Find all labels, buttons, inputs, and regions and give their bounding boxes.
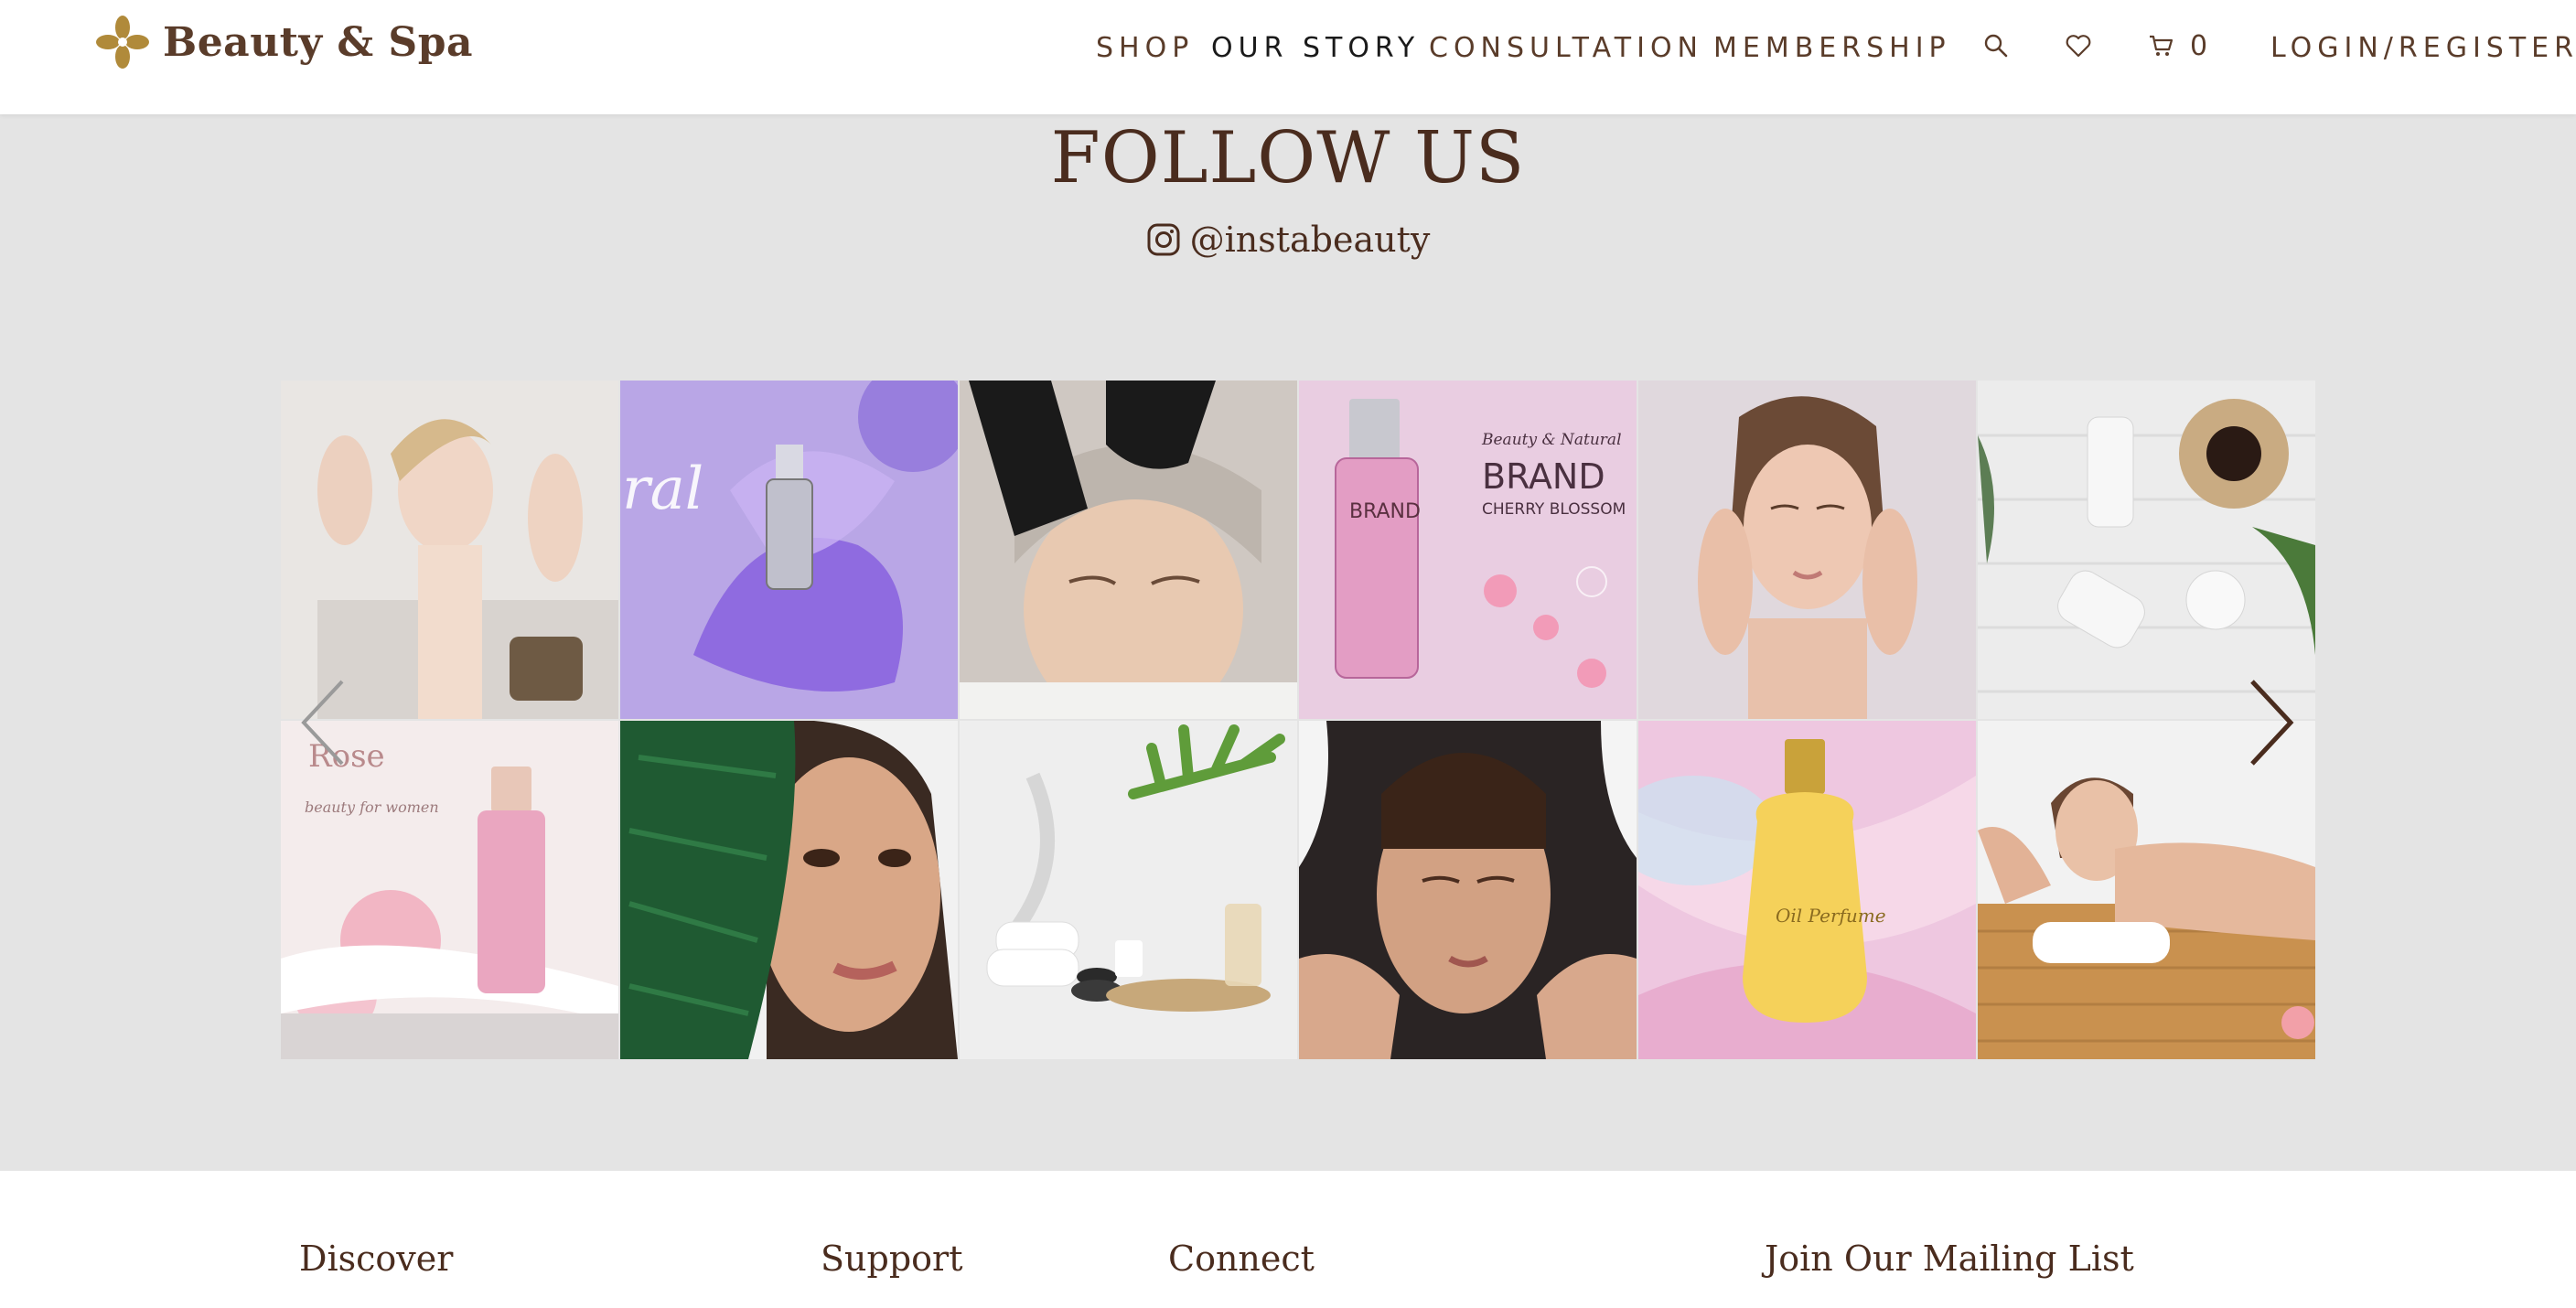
brand-name: Beauty & Spa xyxy=(163,18,473,66)
cart-button[interactable]: 0 xyxy=(2148,27,2207,64)
gallery-image-white-products[interactable] xyxy=(1978,381,2315,719)
gallery-image-leaf-woman[interactable] xyxy=(620,721,958,1059)
carousel-next-arrow-icon[interactable] xyxy=(2243,677,2298,768)
gallery-image-eyebrow-treatment[interactable] xyxy=(960,381,1297,719)
nav-item-shop-label[interactable]: SHOP xyxy=(1096,32,1194,64)
cart-icon xyxy=(2150,35,2174,56)
leaf-woman-image xyxy=(620,721,958,1059)
nav-item-consultation[interactable]: CONSULTATION xyxy=(1429,27,1703,68)
rose-script: beauty for women xyxy=(305,799,439,816)
nav-item-our-story[interactable]: OUR STORY xyxy=(1211,27,1420,68)
brand-logo[interactable]: Beauty & Spa xyxy=(95,13,473,71)
gallery-image-woman-face[interactable] xyxy=(1638,381,1976,719)
gallery-image-woman-mirror[interactable] xyxy=(281,381,618,719)
gallery-image-face-massage[interactable] xyxy=(1299,721,1637,1059)
search-button[interactable] xyxy=(1983,27,2009,64)
eyebrow-treatment-image xyxy=(960,381,1297,719)
login-register-link[interactable]: LOGIN/REGISTER xyxy=(2270,27,2576,68)
back-massage-image xyxy=(1978,721,2315,1059)
nav-item-membership-label[interactable]: MEMBERSHIP xyxy=(1713,32,1951,64)
footer-heading-connect: Connect xyxy=(1168,1238,1315,1279)
nav-item-our-story-label[interactable]: OUR STORY xyxy=(1211,32,1420,64)
gallery-image-rose-serum[interactable]: Rose beauty for women xyxy=(281,721,618,1059)
oil-perfume-image: Oil Perfume xyxy=(1638,721,1976,1059)
woman-face-image xyxy=(1638,381,1976,719)
white-products-image xyxy=(1978,381,2315,719)
rose-serum-image: Rose beauty for women xyxy=(281,721,618,1059)
carousel-prev-arrow-icon[interactable] xyxy=(296,677,351,768)
cart-count: 0 xyxy=(2190,29,2208,62)
follow-us-title: FOLLOW US xyxy=(1050,117,1526,199)
spa-towels-image xyxy=(960,721,1297,1059)
purple-perfume-image: ral xyxy=(620,381,958,719)
search-icon xyxy=(1984,34,2008,58)
gallery-image-spa-towels[interactable] xyxy=(960,721,1297,1059)
nav-item-consultation-label[interactable]: CONSULTATION xyxy=(1429,32,1703,64)
gallery-image-purple-bottle[interactable]: ral xyxy=(620,381,958,719)
bottle-brand-text: BRAND xyxy=(1349,500,1421,523)
footer-heading-mailing-list: Join Our Mailing List xyxy=(1765,1238,2134,1279)
brand-text: BRAND xyxy=(1482,456,1605,497)
cherry-blossom-ad-image: BRAND Beauty & Natural BRAND CHERRY BLOS… xyxy=(1299,381,1637,719)
face-massage-image xyxy=(1299,721,1637,1059)
heart-icon xyxy=(2066,35,2091,58)
instagram-handle-link[interactable]: @instabeauty xyxy=(0,220,2576,260)
beauty-natural-text: Beauty & Natural xyxy=(1481,431,1622,449)
footer-heading-discover: Discover xyxy=(299,1238,454,1279)
oil-perfume-label: Oil Perfume xyxy=(1776,905,1886,927)
flower-logo-icon xyxy=(96,16,149,69)
instagram-icon xyxy=(1147,223,1180,256)
woman-mirror-image xyxy=(281,381,618,719)
nav-item-membership[interactable]: MEMBERSHIP xyxy=(1713,27,1951,68)
wishlist-button[interactable] xyxy=(2066,27,2091,64)
cherry-blossom-text: CHERRY BLOSSOM xyxy=(1482,500,1626,519)
gallery-image-back-massage[interactable] xyxy=(1978,721,2315,1059)
footer-heading-support: Support xyxy=(821,1238,963,1279)
nav-item-shop[interactable]: SHOP xyxy=(1096,27,1194,68)
instagram-gallery: ral BRAND Beauty & Natural BRAND CHERRY … xyxy=(281,381,2315,1063)
gallery-image-oil-perfume[interactable]: Oil Perfume xyxy=(1638,721,1976,1059)
site-header: Beauty & Spa SHOP OUR STORY CONSULTATION… xyxy=(0,0,2576,114)
login-register-label[interactable]: LOGIN/REGISTER xyxy=(2270,32,2576,64)
ral-text: ral xyxy=(622,456,703,523)
instagram-handle: @instabeauty xyxy=(1189,220,1431,260)
gallery-image-brand-cherry-blossom[interactable]: BRAND Beauty & Natural BRAND CHERRY BLOS… xyxy=(1299,381,1637,719)
